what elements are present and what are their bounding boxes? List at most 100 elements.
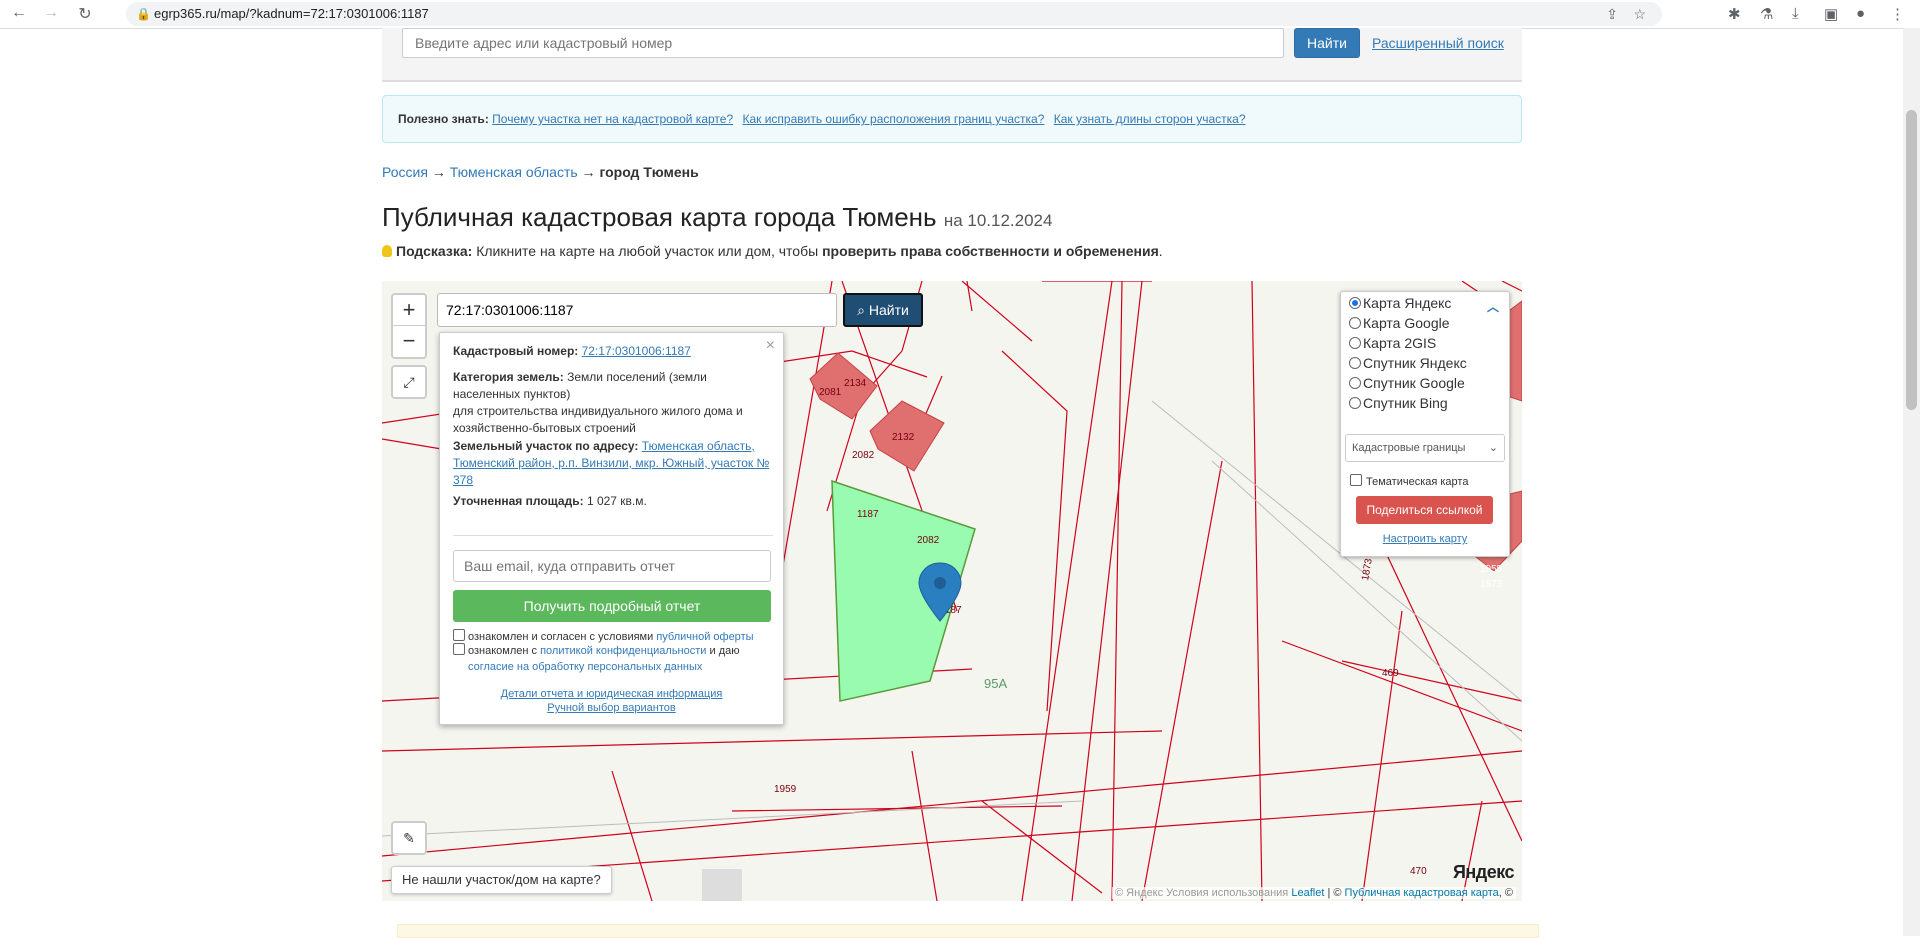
popup-divider <box>453 535 773 536</box>
lab-icon[interactable]: ⚗ <box>1760 5 1773 23</box>
consent-link[interactable]: согласие на обработку персональных данны… <box>468 661 702 673</box>
breadcrumb: Россия → Тюменская область → город Тюмен… <box>382 164 699 180</box>
overlay-select[interactable]: Кадастровые границы ⌄ <box>1345 434 1505 462</box>
browser-toolbar: ← → ↻ 🔒 egrp365.ru/map/?kadnum=72:17:030… <box>0 0 1920 29</box>
lock-icon: 🔒 <box>136 7 151 21</box>
hint-text: Кликните на карте на любой участок или д… <box>476 243 819 259</box>
map-search-button[interactable]: ⌕ Найти <box>843 293 923 327</box>
page-title: Публичная кадастровая карта города Тюмен… <box>382 202 1052 233</box>
offer-text: ознакомлен и согласен с условиями <box>468 631 654 643</box>
layer-yandex-map-label: Карта Яндекс <box>1363 295 1452 311</box>
layer-google-map[interactable]: Карта Google <box>1349 313 1450 333</box>
configure-map-link[interactable]: Настроить карту <box>1341 533 1509 545</box>
popup-cad-link[interactable]: 72:17:0301006:1187 <box>582 344 691 358</box>
address-label-95a: 95A <box>984 676 1007 691</box>
layer-bing-sat[interactable]: Спутник Bing <box>1349 393 1448 413</box>
offer-checkbox[interactable] <box>453 629 465 641</box>
advanced-search-link[interactable]: Расширенный поиск <box>1372 35 1504 51</box>
useful-info: Полезно знать: Почему участка нет на кад… <box>382 95 1522 143</box>
share-link-button[interactable]: Поделиться ссылкой <box>1356 496 1493 524</box>
back-icon[interactable]: ← <box>8 4 30 22</box>
star-icon[interactable]: ☆ <box>1633 2 1646 26</box>
forward-icon[interactable]: → <box>40 4 62 22</box>
breadcrumb-russia[interactable]: Россия <box>382 164 428 180</box>
parcel-label-2082a: 2082 <box>852 450 875 461</box>
popup-cad-label: Кадастровый номер: <box>453 344 579 358</box>
url-text: egrp365.ru/map/?kadnum=72:17:0301006:118… <box>154 6 429 21</box>
zoom-control: + − <box>391 293 427 359</box>
building-gray <box>702 869 742 901</box>
privacy-link[interactable]: политикой конфиденциальности <box>540 645 706 657</box>
collapse-icon[interactable]: ︿ <box>1487 298 1499 315</box>
popup-area: Уточненная площадь: 1 027 кв.м. <box>453 493 773 510</box>
menu-icon[interactable]: ⋮ <box>1890 5 1905 23</box>
layer-yandex-sat[interactable]: Спутник Яндекс <box>1349 353 1467 373</box>
parcel-label-470: 470 <box>1410 866 1427 877</box>
avatar-icon[interactable]: ● <box>1856 5 1865 22</box>
ruler-icon[interactable]: ✎ <box>391 821 427 855</box>
title-date: на 10.12.2024 <box>943 211 1053 230</box>
parcel-label-1187a: 1187 <box>857 509 879 520</box>
not-found-button[interactable]: Не нашли участок/дом на карте? <box>391 866 612 894</box>
attribution-end: , © <box>1498 887 1513 899</box>
popup-addr-label: Земельный участок по адресу: <box>453 439 639 453</box>
privacy-checkbox[interactable] <box>453 643 465 655</box>
pkk-link[interactable]: Публичная кадастровая карта <box>1345 887 1499 899</box>
share-icon[interactable]: ⇪ <box>1606 2 1618 26</box>
popup-area-label: Уточненная площадь: <box>453 494 584 508</box>
zoom-in-button[interactable]: + <box>393 295 425 325</box>
parcel-label-2134: 2134 <box>844 378 867 389</box>
email-field[interactable] <box>453 550 771 582</box>
yandex-logo: Яндекс <box>1452 862 1515 882</box>
scrollbar-thumb[interactable] <box>1906 110 1917 410</box>
parcel-label-1955: 1955 <box>1480 564 1503 575</box>
offer-link[interactable]: публичной оферты <box>656 631 753 643</box>
cadastral-map[interactable]: 2047 2134 2081 2132 2082 2082 1187 1187 … <box>382 281 1522 901</box>
search-input[interactable] <box>402 28 1284 58</box>
radio-icon[interactable] <box>1349 377 1361 389</box>
hint-end: . <box>1158 243 1163 259</box>
info-link-side-length[interactable]: Как узнать длины сторон участка? <box>1054 112 1246 126</box>
yandex-terms[interactable]: © Яндекс Условия использования <box>1115 887 1288 899</box>
map-search: ⌕ Найти <box>437 293 923 327</box>
reload-icon[interactable]: ↻ <box>74 4 96 24</box>
manual-row: Ручной выбор вариантов <box>440 702 783 714</box>
layer-yandex-sat-label: Спутник Яндекс <box>1363 355 1467 371</box>
map-search-input[interactable] <box>437 293 837 327</box>
title-text: Публичная кадастровая карта города Тюмен… <box>382 202 937 232</box>
privacy-agreement[interactable]: ознакомлен с политикой конфиденциальност… <box>453 643 773 675</box>
radio-icon[interactable] <box>1349 317 1361 329</box>
info-link-fix-error[interactable]: Как исправить ошибку расположения границ… <box>742 112 1044 126</box>
thematic-map-toggle[interactable]: Тематическая карта <box>1350 474 1468 488</box>
layer-google-map-label: Карта Google <box>1363 315 1450 331</box>
report-button[interactable]: Получить подробный отчет <box>453 590 771 622</box>
download-icon[interactable]: ⤓ <box>1792 5 1799 22</box>
info-link-missing-parcel[interactable]: Почему участка нет на кадастровой карте? <box>492 112 733 126</box>
thematic-checkbox[interactable] <box>1350 474 1362 486</box>
breadcrumb-region[interactable]: Тюменская область <box>450 164 578 180</box>
parcel-label-469: 469 <box>1382 668 1399 679</box>
sidepanel-icon[interactable]: ▣ <box>1824 5 1838 23</box>
extensions-icon[interactable]: ✱ <box>1728 5 1741 23</box>
info-label: Полезно знать: <box>398 112 489 126</box>
search-button[interactable]: Найти <box>1294 28 1360 58</box>
layer-google-sat-label: Спутник Google <box>1363 375 1465 391</box>
popup-category: Категория земель: Земли поселений (земли… <box>453 369 773 437</box>
page-scrollbar[interactable] <box>1903 28 1920 936</box>
fullscreen-icon[interactable]: ⤢ <box>391 365 427 399</box>
leaflet-link[interactable]: Leaflet <box>1291 887 1324 899</box>
search-icon: ⌕ <box>857 302 869 318</box>
radio-icon[interactable] <box>1349 337 1361 349</box>
radio-icon[interactable] <box>1349 397 1361 409</box>
top-search: Найти Расширенный поиск <box>382 28 1522 82</box>
details-link[interactable]: Детали отчета и юридическая информация <box>501 688 723 700</box>
layers-panel: ︿ Карта Яндекс Карта Google Карта 2GIS С… <box>1340 291 1510 557</box>
layer-2gis-map[interactable]: Карта 2GIS <box>1349 333 1436 353</box>
layer-yandex-map[interactable]: Карта Яндекс <box>1349 293 1451 313</box>
zoom-out-button[interactable]: − <box>393 325 425 356</box>
manual-link[interactable]: Ручной выбор вариантов <box>547 702 675 714</box>
address-bar[interactable]: 🔒 egrp365.ru/map/?kadnum=72:17:0301006:1… <box>126 2 1662 26</box>
radio-icon[interactable] <box>1349 357 1361 369</box>
radio-icon[interactable] <box>1349 297 1361 309</box>
layer-google-sat[interactable]: Спутник Google <box>1349 373 1465 393</box>
